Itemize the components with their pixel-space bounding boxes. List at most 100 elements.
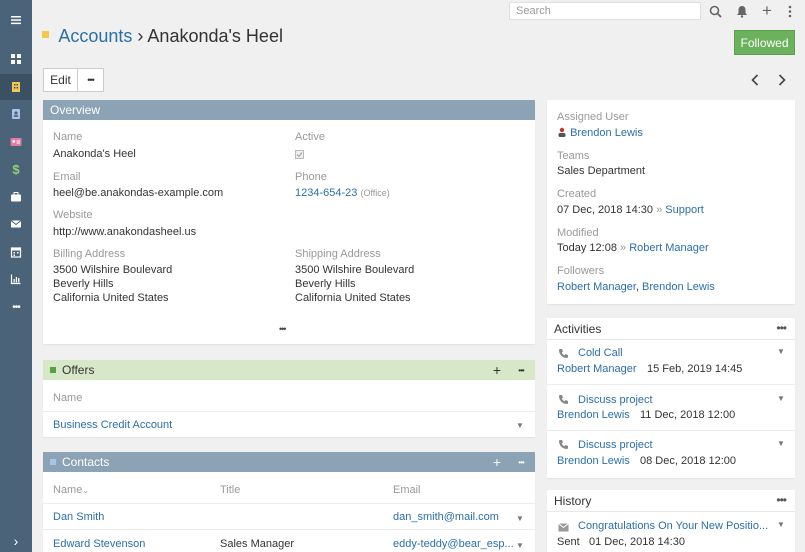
edit-button[interactable]: Edit (43, 68, 78, 92)
add-offer-icon[interactable]: + (489, 362, 505, 378)
email-link[interactable]: heel@be.anakondas-example.com (53, 186, 223, 200)
activity-user-link[interactable]: Robert Manager (557, 363, 637, 375)
overview-header: Overview (43, 100, 535, 120)
chevron-right-icon[interactable]: › (0, 528, 32, 552)
shipping-street: 3500 Wilshire Boulevard (295, 264, 415, 276)
bell-icon[interactable] (734, 3, 750, 19)
contact-name-link[interactable]: Edward Stevenson (53, 538, 145, 550)
phone-icon (558, 348, 569, 362)
record-name: Anakonda's Heel (147, 26, 283, 46)
envelope-icon[interactable] (0, 211, 32, 237)
followed-button[interactable]: Followed (734, 30, 795, 55)
modified-by-link[interactable]: Robert Manager (629, 242, 709, 254)
shipping-city: Beverly Hills (295, 278, 356, 290)
next-record-icon[interactable] (775, 72, 789, 88)
offer-link[interactable]: Business Credit Account (53, 419, 172, 431)
activity-caret-icon[interactable]: ▼ (777, 394, 785, 403)
assigned-user-link[interactable]: Brendon Lewis (570, 127, 643, 139)
activities-header: Activities ••• (547, 318, 795, 340)
activity-item: Discuss project ▼ Brendon Lewis 08 Dec, … (547, 431, 795, 478)
created-label: Created (557, 188, 597, 200)
menu-dots-icon[interactable] (785, 3, 795, 19)
history-date: 01 Dec, 2018 14:30 (589, 536, 686, 548)
created-separator: » (656, 204, 663, 216)
activity-date: 08 Dec, 2018 12:00 (640, 455, 737, 467)
table-row: Edward Stevenson Sales Manager eddy-tedd… (43, 530, 535, 552)
follower-separator: , (635, 281, 639, 293)
offers-color-square (50, 367, 56, 373)
contacts-title: Contacts (62, 455, 110, 469)
activity-subject-link[interactable]: Discuss project (578, 394, 653, 406)
created-by-link[interactable]: Support (665, 204, 704, 216)
dollar-icon[interactable]: $ (0, 156, 32, 182)
follower-link[interactable]: Robert Manager (557, 281, 636, 293)
contact-book-icon[interactable] (0, 101, 32, 127)
sort-down-icon: ⌄ (82, 486, 90, 495)
history-menu-icon[interactable]: ••• (776, 493, 787, 507)
row-caret-icon[interactable]: ▼ (516, 421, 524, 430)
briefcase-icon[interactable] (0, 184, 32, 210)
modified-value: Today 12:08 » Robert Manager (557, 241, 709, 255)
more-icon[interactable]: ••• (0, 294, 32, 320)
plus-icon[interactable]: + (759, 1, 775, 20)
search-icon[interactable] (707, 3, 723, 19)
table-row: Dan Smith dan_smith@mail.com ▼ (43, 504, 535, 530)
contacts-name-column[interactable]: Name⌄ (53, 484, 89, 496)
calendar-icon[interactable] (0, 239, 32, 265)
assigned-user-label: Assigned User (557, 111, 629, 123)
search-input[interactable] (509, 2, 701, 20)
chart-icon[interactable] (0, 266, 32, 292)
modified-date: Today 12:08 (557, 242, 617, 254)
activity-caret-icon[interactable]: ▼ (777, 439, 785, 448)
row-caret-icon[interactable]: ▼ (516, 541, 524, 550)
contact-email-link[interactable]: eddy-teddy@bear_esp... (393, 538, 514, 550)
activity-date: 15 Feb, 2019 14:45 (647, 363, 743, 375)
contact-name-link[interactable]: Dan Smith (53, 511, 104, 523)
offers-column-header: Name (43, 380, 535, 412)
activity-user-link[interactable]: Brendon Lewis (557, 409, 630, 421)
modified-separator: » (620, 242, 627, 254)
assigned-user-value: Brendon Lewis (557, 126, 643, 140)
activity-subject-link[interactable]: Discuss project (578, 439, 653, 451)
history-subject-link[interactable]: Congratulations On Your New Positio... (578, 520, 768, 532)
show-more-fields-button[interactable]: ••• (279, 324, 287, 334)
billing-state: California United States (53, 292, 169, 304)
activity-subject-link[interactable]: Cold Call (578, 347, 623, 359)
activity-caret-icon[interactable]: ▼ (777, 347, 785, 356)
overview-panel: Overview Name Anakonda's Heel Active Ema… (43, 100, 535, 344)
name-value: Anakonda's Heel (53, 148, 136, 160)
contacts-email-column: Email (393, 484, 421, 496)
phone-label: Phone (295, 171, 327, 183)
activities-menu-icon[interactable]: ••• (776, 321, 787, 335)
row-caret-icon[interactable]: ▼ (516, 514, 524, 523)
history-caret-icon[interactable]: ▼ (777, 520, 785, 529)
add-contact-icon[interactable]: + (489, 454, 505, 470)
phone-icon (558, 439, 569, 453)
building-icon[interactable] (0, 74, 32, 100)
offers-name-column: Name (53, 392, 83, 404)
accounts-color-square (42, 31, 49, 38)
teams-link[interactable]: Sales Department (557, 164, 645, 178)
offers-menu-icon[interactable]: ••• (513, 362, 529, 378)
page-header: Accounts › Anakonda's Heel (42, 26, 283, 47)
offers-title: Offers (62, 363, 95, 377)
previous-record-icon[interactable] (748, 72, 762, 88)
more-actions-button[interactable]: ••• (77, 68, 104, 92)
contacts-menu-icon[interactable]: ••• (513, 454, 529, 470)
follower-link[interactable]: Brendon Lewis (642, 281, 715, 293)
website-link[interactable]: http://www.anakondasheel.us (53, 225, 196, 239)
table-row: Business Credit Account ▼ (43, 412, 535, 437)
activity-user-link[interactable]: Brendon Lewis (557, 455, 630, 467)
modified-label: Modified (557, 227, 599, 239)
breadcrumb-accounts[interactable]: Accounts (58, 26, 132, 46)
hamburger-icon[interactable] (0, 7, 32, 33)
history-header: History ••• (547, 490, 795, 512)
id-card-icon[interactable] (0, 129, 32, 155)
dashboard-icon[interactable] (0, 46, 32, 72)
side-info-panel: Assigned User Brendon Lewis Teams Sales … (547, 100, 795, 304)
activity-item: Discuss project ▼ Brendon Lewis 11 Dec, … (547, 385, 795, 431)
envelope-icon (558, 521, 569, 535)
billing-city: Beverly Hills (53, 278, 114, 290)
contact-email-link[interactable]: dan_smith@mail.com (393, 511, 499, 523)
phone-link[interactable]: 1234-654-23 (295, 187, 357, 199)
